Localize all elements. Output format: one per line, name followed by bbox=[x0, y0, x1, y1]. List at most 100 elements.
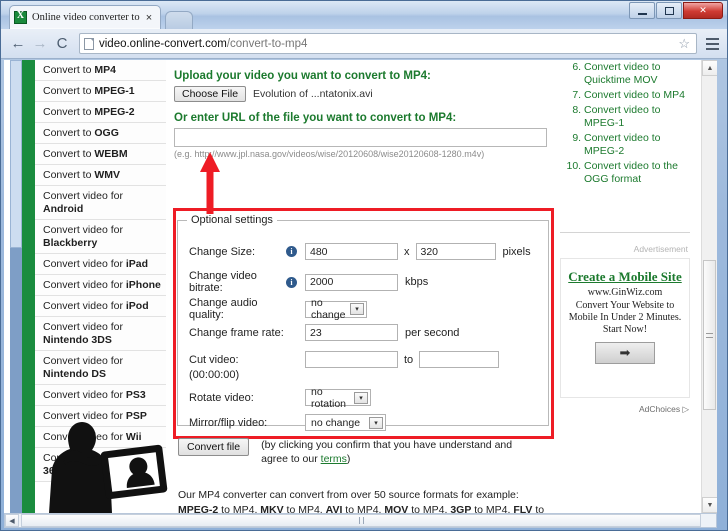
terms-link[interactable]: terms bbox=[321, 453, 347, 465]
scroll-thumb[interactable] bbox=[10, 60, 22, 248]
address-bar[interactable]: video.online-convert.com /convert-to-mp4… bbox=[79, 33, 697, 54]
nav-item-format: iPhone bbox=[125, 278, 161, 291]
main-content: Upload your video you want to convert to… bbox=[168, 60, 558, 513]
nav-item[interactable]: Convert video for iPhone bbox=[35, 275, 166, 296]
nav-item[interactable]: Convert to WMV bbox=[35, 165, 166, 186]
bitrate-unit-label: kbps bbox=[405, 276, 429, 288]
minimize-button[interactable] bbox=[629, 2, 655, 19]
scroll-thumb[interactable] bbox=[703, 260, 716, 410]
ad-cta-button[interactable]: ➡ bbox=[595, 342, 655, 364]
setting-row-size: Change Size: i x pixels bbox=[189, 243, 541, 260]
size-separator: x bbox=[404, 245, 410, 258]
nav-item-format: OGG bbox=[94, 126, 119, 139]
info-icon[interactable]: i bbox=[286, 246, 297, 257]
rotate-value: no rotation bbox=[311, 385, 347, 410]
favicon-icon bbox=[14, 10, 27, 24]
nav-item[interactable]: Convert to MPEG-1 bbox=[35, 81, 166, 102]
nav-item[interactable]: Convert to WEBM bbox=[35, 144, 166, 165]
browser-window: Online video converter to × ✕ ← → C vide… bbox=[0, 0, 728, 531]
related-link-item[interactable]: Convert video to the OGG format bbox=[584, 159, 690, 187]
nav-item[interactable]: Convert video for iPod bbox=[35, 296, 166, 317]
close-window-button[interactable]: ✕ bbox=[683, 2, 723, 19]
mirror-flip-select[interactable]: no change ▾ bbox=[305, 414, 386, 431]
h-scroll-thumb[interactable] bbox=[21, 514, 701, 527]
hamburger-menu-icon[interactable] bbox=[703, 33, 721, 55]
advertisement-label: Advertisement bbox=[633, 244, 688, 254]
divider bbox=[560, 232, 690, 233]
nav-item[interactable]: Convert video for PS3 bbox=[35, 385, 166, 406]
size-height-input[interactable] bbox=[415, 243, 496, 260]
mirror-flip-value: no change bbox=[311, 416, 361, 429]
framerate-input[interactable] bbox=[305, 324, 398, 341]
audio-quality-select[interactable]: no change ▾ bbox=[305, 297, 367, 321]
nav-item-prefix: Convert video for bbox=[43, 388, 126, 401]
change-bitrate-label: Change video bitrate: bbox=[189, 270, 257, 294]
url-example-hint: (e.g. http://www.jpl.nasa.gov/videos/wis… bbox=[174, 149, 485, 159]
nav-item[interactable]: Convert to MP4 bbox=[35, 60, 166, 81]
nav-item[interactable]: Convert video for Blackberry bbox=[35, 220, 166, 254]
bookmark-star-icon[interactable]: ☆ bbox=[678, 36, 692, 52]
scroll-up-arrow-icon[interactable]: ▲ bbox=[702, 60, 717, 76]
setting-row-bitrate: Change video bitrate: i kbps bbox=[189, 270, 541, 294]
adchoices-link[interactable]: AdChoices ▷ bbox=[639, 404, 689, 415]
nav-item[interactable]: Convert video for iPad bbox=[35, 254, 166, 275]
ad-copy: Convert Your Website to Mobile In Under … bbox=[568, 300, 682, 335]
reload-icon[interactable]: C bbox=[51, 33, 73, 55]
back-icon[interactable]: ← bbox=[7, 33, 29, 55]
audio-quality-value: no change bbox=[311, 297, 346, 321]
right-column: Convert video to Quicktime MOVConvert vi… bbox=[558, 60, 694, 513]
blurb-text-6: to MP4, bbox=[471, 503, 514, 514]
setting-row-cut: Cut video: to bbox=[189, 351, 541, 368]
blurb-format-mpeg2: MPEG-2 bbox=[178, 503, 219, 514]
chevron-down-icon[interactable]: ▾ bbox=[350, 303, 364, 315]
url-input[interactable] bbox=[174, 128, 547, 147]
cut-hint-row: (00:00:00) bbox=[189, 369, 541, 381]
nav-item-prefix: Convert video for bbox=[43, 299, 126, 312]
setting-row-mirror: Mirror/flip video: no change ▾ bbox=[189, 414, 541, 431]
nav-item[interactable]: Convert to OGG bbox=[35, 123, 166, 144]
setting-row-framerate: Change frame rate: per second bbox=[189, 324, 541, 341]
scroll-down-arrow-icon[interactable]: ▼ bbox=[702, 497, 717, 513]
cut-to-input[interactable] bbox=[419, 351, 500, 368]
change-framerate-label: Change frame rate: bbox=[189, 326, 284, 339]
nav-item-prefix: Convert to bbox=[43, 126, 95, 139]
url-heading: Or enter URL of the file you want to con… bbox=[174, 112, 457, 124]
nav-item-format: Nintendo DS bbox=[43, 367, 106, 380]
related-link-item[interactable]: Convert video to Quicktime MOV bbox=[584, 60, 690, 88]
page-left-scrollbar[interactable] bbox=[10, 60, 22, 513]
related-link-item[interactable]: Convert video to MP4 bbox=[584, 88, 690, 103]
chevron-down-icon[interactable]: ▾ bbox=[354, 391, 368, 404]
window-horizontal-scrollbar[interactable]: ◀ bbox=[4, 513, 717, 528]
nav-item[interactable]: Convert to MPEG-2 bbox=[35, 102, 166, 123]
size-width-input[interactable] bbox=[305, 243, 398, 260]
close-tab-icon[interactable]: × bbox=[142, 12, 156, 24]
nav-item-prefix: Convert to bbox=[43, 63, 95, 76]
nav-item-format: Android bbox=[43, 202, 84, 215]
scroll-left-arrow-icon[interactable]: ◀ bbox=[5, 514, 19, 527]
nav-item-prefix: Convert video for bbox=[43, 257, 126, 270]
new-tab-button[interactable] bbox=[165, 11, 193, 29]
blurb-text-3: to MP4, bbox=[283, 503, 326, 514]
related-link-item[interactable]: Convert video to MPEG-2 bbox=[584, 131, 690, 159]
ad-title[interactable]: Create a Mobile Site bbox=[561, 269, 689, 285]
nav-item[interactable]: Convert video for Android bbox=[35, 186, 166, 220]
related-link-item[interactable]: Convert video to MPEG-1 bbox=[584, 103, 690, 131]
page-vertical-scrollbar[interactable]: ▲ ▼ bbox=[701, 60, 717, 513]
nav-item[interactable]: Convert video for Nintendo DS bbox=[35, 351, 166, 385]
file-upload-row: Choose File Evolution of ...ntatonix.avi bbox=[174, 86, 558, 102]
bitrate-input[interactable] bbox=[305, 273, 398, 291]
maximize-button[interactable] bbox=[656, 2, 682, 19]
browser-tab-active[interactable]: Online video converter to × bbox=[9, 5, 161, 29]
nav-item[interactable]: Convert video for Nintendo 3DS bbox=[35, 317, 166, 351]
cut-from-input[interactable] bbox=[305, 351, 398, 368]
choose-file-button[interactable]: Choose File bbox=[174, 86, 247, 102]
cut-time-format-hint: (00:00:00) bbox=[189, 369, 240, 381]
nav-item-format: iPod bbox=[125, 299, 149, 312]
advertisement-box[interactable]: Create a Mobile Site www.GinWiz.com Conv… bbox=[560, 258, 690, 398]
rotate-select[interactable]: no rotation ▾ bbox=[305, 386, 371, 410]
setting-row-rotate: Rotate video: no rotation ▾ bbox=[189, 386, 541, 410]
change-audio-label: Change audio quality: bbox=[189, 297, 258, 321]
convert-file-button[interactable]: Convert file bbox=[178, 438, 250, 456]
chevron-down-icon[interactable]: ▾ bbox=[369, 416, 383, 429]
info-icon[interactable]: i bbox=[286, 276, 297, 288]
